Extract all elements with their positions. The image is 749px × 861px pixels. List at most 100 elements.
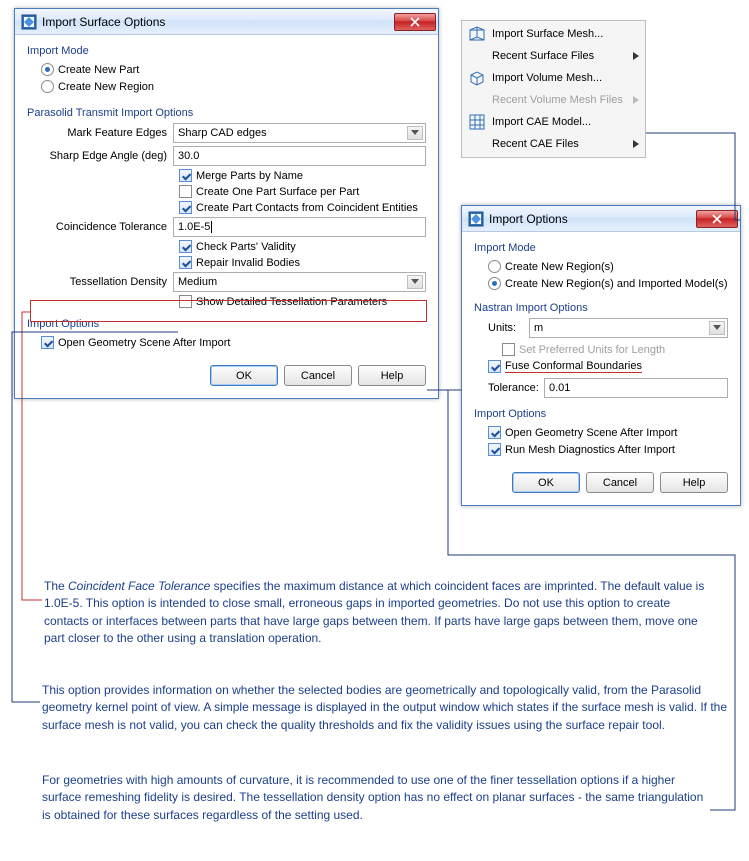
check-validity-checkbox[interactable]: Check Parts' Validity bbox=[27, 240, 426, 253]
open-geometry-scene-checkbox[interactable]: Open Geometry Scene After Import bbox=[474, 424, 728, 441]
button-label: Cancel bbox=[603, 477, 637, 489]
sharp-edge-angle-label: Sharp Edge Angle (deg) bbox=[27, 150, 173, 162]
close-button[interactable] bbox=[394, 13, 436, 31]
menu-label: Recent Volume Mesh Files bbox=[492, 94, 623, 106]
app-icon bbox=[468, 211, 484, 227]
menu-recent-cae-files[interactable]: Recent CAE Files bbox=[464, 133, 643, 155]
menu-label: Recent Surface Files bbox=[492, 50, 594, 62]
checkbox-icon bbox=[488, 360, 501, 373]
cae-model-icon bbox=[468, 113, 486, 131]
checkbox-icon bbox=[488, 443, 501, 456]
ok-button[interactable]: OK bbox=[210, 365, 278, 386]
sharp-edge-angle-input[interactable]: 30.0 bbox=[173, 146, 426, 166]
repair-invalid-checkbox[interactable]: Repair Invalid Bodies bbox=[27, 256, 426, 269]
submenu-arrow-icon bbox=[633, 140, 639, 148]
radio-label: Create New Region bbox=[58, 81, 154, 93]
checkbox-label: Check Parts' Validity bbox=[196, 241, 296, 253]
units-select[interactable]: m bbox=[529, 318, 728, 338]
radio-create-regions-and-models[interactable]: Create New Region(s) and Imported Model(… bbox=[474, 275, 728, 292]
import-context-menu: Import Surface Mesh... Recent Surface Fi… bbox=[461, 20, 646, 158]
import-mode-label: Import Mode bbox=[474, 242, 728, 254]
menu-label: Import Volume Mesh... bbox=[492, 72, 602, 84]
checkbox-icon bbox=[502, 343, 515, 356]
import-options-dialog: Import Options Import Mode Create New Re… bbox=[461, 205, 741, 506]
submenu-arrow-icon bbox=[633, 96, 639, 104]
checkbox-label: Create Part Contacts from Coincident Ent… bbox=[196, 202, 418, 214]
menu-label: Import Surface Mesh... bbox=[492, 28, 603, 40]
import-options-label: Import Options bbox=[27, 318, 426, 330]
parasolid-section-label: Parasolid Transmit Import Options bbox=[27, 107, 426, 119]
menu-recent-volume-mesh-files: Recent Volume Mesh Files bbox=[464, 89, 643, 111]
nastran-options-label: Nastran Import Options bbox=[474, 302, 728, 314]
tolerance-input[interactable]: 0.01 bbox=[544, 378, 728, 398]
checkbox-icon bbox=[179, 240, 192, 253]
explanation-check-validity: This option provides information on whet… bbox=[42, 682, 727, 734]
text-cursor bbox=[211, 221, 212, 233]
checkbox-icon bbox=[488, 426, 501, 439]
tessellation-density-select[interactable]: Medium bbox=[173, 272, 426, 292]
submenu-arrow-icon bbox=[633, 52, 639, 60]
cancel-button[interactable]: Cancel bbox=[586, 472, 654, 493]
merge-parts-checkbox[interactable]: Merge Parts by Name bbox=[27, 169, 426, 182]
radio-icon bbox=[488, 277, 501, 290]
show-detailed-tess-checkbox[interactable]: Show Detailed Tessellation Parameters bbox=[27, 295, 426, 308]
checkbox-icon bbox=[179, 295, 192, 308]
close-button[interactable] bbox=[696, 210, 738, 228]
create-contacts-checkbox[interactable]: Create Part Contacts from Coincident Ent… bbox=[27, 201, 426, 214]
fuse-conformal-checkbox[interactable]: Fuse Conformal Boundaries bbox=[474, 358, 728, 375]
checkbox-icon bbox=[179, 169, 192, 182]
button-label: OK bbox=[538, 477, 554, 489]
help-button[interactable]: Help bbox=[660, 472, 728, 493]
coincidence-tolerance-input[interactable]: 1.0E-5 bbox=[173, 217, 426, 237]
radio-create-new-regions[interactable]: Create New Region(s) bbox=[474, 258, 728, 275]
radio-label: Create New Part bbox=[58, 64, 139, 76]
input-value: 1.0E-5 bbox=[178, 221, 210, 233]
create-one-surface-checkbox[interactable]: Create One Part Surface per Part bbox=[27, 185, 426, 198]
button-label: Help bbox=[381, 370, 404, 382]
tolerance-label: Tolerance: bbox=[474, 382, 544, 394]
radio-icon bbox=[41, 63, 54, 76]
menu-import-cae-model[interactable]: Import CAE Model... bbox=[464, 111, 643, 133]
text: The bbox=[44, 579, 68, 593]
checkbox-label: Set Preferred Units for Length bbox=[519, 344, 665, 356]
set-preferred-units-checkbox[interactable]: Set Preferred Units for Length bbox=[474, 341, 728, 358]
dialog-title: Import Surface Options bbox=[42, 15, 394, 29]
radio-create-new-region[interactable]: Create New Region bbox=[27, 78, 426, 95]
menu-recent-surface-files[interactable]: Recent Surface Files bbox=[464, 45, 643, 67]
menu-import-surface-mesh[interactable]: Import Surface Mesh... bbox=[464, 23, 643, 45]
explanation-coincidence-tolerance: The Coincident Face Tolerance specifies … bbox=[44, 578, 709, 648]
help-button[interactable]: Help bbox=[358, 365, 426, 386]
menu-import-volume-mesh[interactable]: Import Volume Mesh... bbox=[464, 67, 643, 89]
radio-label: Create New Region(s) and Imported Model(… bbox=[505, 278, 728, 290]
button-label: Help bbox=[683, 477, 706, 489]
checkbox-label: Run Mesh Diagnostics After Import bbox=[505, 444, 675, 456]
app-icon bbox=[21, 14, 37, 30]
mark-feature-edges-select[interactable]: Sharp CAD edges bbox=[173, 123, 426, 143]
select-value: m bbox=[534, 322, 543, 334]
checkbox-label: Fuse Conformal Boundaries bbox=[505, 360, 642, 373]
chevron-down-icon bbox=[407, 126, 423, 140]
checkbox-icon bbox=[179, 201, 192, 214]
select-value: Medium bbox=[178, 276, 217, 288]
button-label: Cancel bbox=[301, 370, 335, 382]
run-mesh-diagnostics-checkbox[interactable]: Run Mesh Diagnostics After Import bbox=[474, 441, 728, 458]
checkbox-icon bbox=[41, 336, 54, 349]
coincidence-tolerance-label: Coincidence Tolerance bbox=[27, 221, 173, 233]
import-surface-options-dialog: Import Surface Options Import Mode Creat… bbox=[14, 8, 439, 399]
menu-label: Recent CAE Files bbox=[492, 138, 579, 150]
radio-label: Create New Region(s) bbox=[505, 261, 614, 273]
input-value: 0.01 bbox=[549, 382, 570, 394]
ok-button[interactable]: OK bbox=[512, 472, 580, 493]
checkbox-icon bbox=[179, 256, 192, 269]
cancel-button[interactable]: Cancel bbox=[284, 365, 352, 386]
checkbox-label: Show Detailed Tessellation Parameters bbox=[196, 296, 387, 308]
open-geometry-scene-checkbox[interactable]: Open Geometry Scene After Import bbox=[27, 334, 426, 351]
radio-create-new-part[interactable]: Create New Part bbox=[27, 61, 426, 78]
chevron-down-icon bbox=[709, 321, 725, 335]
checkbox-label: Open Geometry Scene After Import bbox=[58, 337, 230, 349]
select-value: Sharp CAD edges bbox=[178, 127, 267, 139]
explanation-tessellation: For geometries with high amounts of curv… bbox=[42, 772, 712, 824]
text: For geometries with high amounts of curv… bbox=[42, 773, 703, 822]
input-value: 30.0 bbox=[178, 150, 199, 162]
checkbox-label: Create One Part Surface per Part bbox=[196, 186, 359, 198]
